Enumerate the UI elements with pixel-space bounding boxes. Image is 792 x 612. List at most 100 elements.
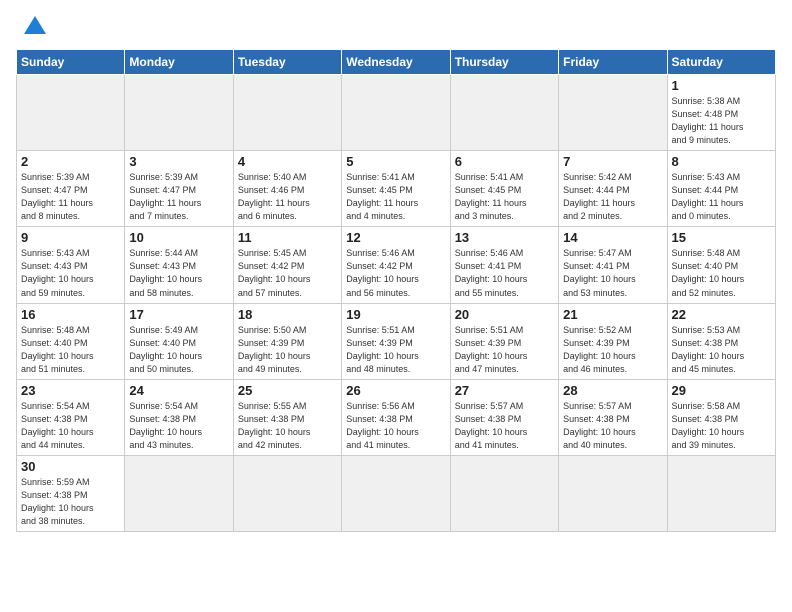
day-info: Sunrise: 5:50 AM Sunset: 4:39 PM Dayligh… [238, 324, 337, 376]
day-info: Sunrise: 5:46 AM Sunset: 4:41 PM Dayligh… [455, 247, 554, 299]
calendar-week-row: 1 Sunrise: 5:38 AM Sunset: 4:48 PM Daylig… [17, 75, 776, 151]
weekday-header: Thursday [450, 50, 558, 75]
day-number: 3 [129, 154, 228, 169]
calendar-week-row: 23Sunrise: 5:54 AM Sunset: 4:38 PM Dayli… [17, 379, 776, 455]
day-info: Sunrise: 5:46 AM Sunset: 4:42 PM Dayligh… [346, 247, 445, 299]
day-info: Sunrise: 5:49 AM Sunset: 4:40 PM Dayligh… [129, 324, 228, 376]
day-info: Sunrise: 5:48 AM Sunset: 4:40 PM Dayligh… [672, 247, 771, 299]
day-info: Sunrise: 5:55 AM Sunset: 4:38 PM Dayligh… [238, 400, 337, 452]
calendar-cell: 11 Sunrise: 5:45 AM Sunset: 4:42 PM Dayli… [233, 227, 341, 303]
calendar-cell: 3 Sunrise: 5:39 AM Sunset: 4:47 PM Daylig… [125, 151, 233, 227]
calendar-week-row: 9 Sunrise: 5:43 AM Sunset: 4:43 PM Daylig… [17, 227, 776, 303]
day-info: Sunrise: 5:45 AM Sunset: 4:42 PM Dayligh… [238, 247, 337, 299]
day-number: 26 [346, 383, 445, 398]
calendar-cell: 25 Sunrise: 5:55 AM Sunset: 4:38 PM Dayli… [233, 379, 341, 455]
calendar-cell: 24 Sunrise: 5:54 AM Sunset: 4:38 PM Dayli… [125, 379, 233, 455]
day-number: 10 [129, 230, 228, 245]
day-info: Sunrise: 5:51 AM Sunset: 4:39 PM Dayligh… [346, 324, 445, 376]
page: SundayMondayTuesdayWednesdayThursdayFrid… [0, 0, 792, 612]
calendar-cell [559, 75, 667, 151]
calendar-cell: 14 Sunrise: 5:47 AM Sunset: 4:41 PM Dayli… [559, 227, 667, 303]
day-info: Sunrise: 5:39 AM Sunset: 4:47 PM Dayligh… [21, 171, 120, 223]
calendar-cell: 16 Sunrise: 5:48 AM Sunset: 4:40 PM Dayli… [17, 303, 125, 379]
day-number: 1 [672, 78, 771, 93]
day-number: 12 [346, 230, 445, 245]
day-number: 7 [563, 154, 662, 169]
day-number: 6 [455, 154, 554, 169]
calendar-table: SundayMondayTuesdayWednesdayThursdayFrid… [16, 49, 776, 532]
day-number: 8 [672, 154, 771, 169]
calendar-week-row: 2Sunrise: 5:39 AM Sunset: 4:47 PM Daylig… [17, 151, 776, 227]
calendar-cell: 22 Sunrise: 5:53 AM Sunset: 4:38 PM Dayli… [667, 303, 775, 379]
day-number: 27 [455, 383, 554, 398]
day-info: Sunrise: 5:57 AM Sunset: 4:38 PM Dayligh… [455, 400, 554, 452]
day-number: 16 [21, 307, 120, 322]
day-info: Sunrise: 5:39 AM Sunset: 4:47 PM Dayligh… [129, 171, 228, 223]
day-info: Sunrise: 5:44 AM Sunset: 4:43 PM Dayligh… [129, 247, 228, 299]
day-info: Sunrise: 5:48 AM Sunset: 4:40 PM Dayligh… [21, 324, 120, 376]
header [16, 12, 776, 41]
calendar-cell: 23Sunrise: 5:54 AM Sunset: 4:38 PM Dayli… [17, 379, 125, 455]
day-info: Sunrise: 5:57 AM Sunset: 4:38 PM Dayligh… [563, 400, 662, 452]
calendar-cell: 15Sunrise: 5:48 AM Sunset: 4:40 PM Dayli… [667, 227, 775, 303]
day-number: 30 [21, 459, 120, 474]
day-info: Sunrise: 5:43 AM Sunset: 4:43 PM Dayligh… [21, 247, 120, 299]
day-number: 13 [455, 230, 554, 245]
calendar-cell [125, 75, 233, 151]
calendar-cell: 20 Sunrise: 5:51 AM Sunset: 4:39 PM Dayli… [450, 303, 558, 379]
calendar-cell [17, 75, 125, 151]
day-number: 18 [238, 307, 337, 322]
day-info: Sunrise: 5:53 AM Sunset: 4:38 PM Dayligh… [672, 324, 771, 376]
weekday-header: Friday [559, 50, 667, 75]
day-number: 25 [238, 383, 337, 398]
logo-icon [24, 14, 46, 36]
calendar-cell [233, 75, 341, 151]
day-info: Sunrise: 5:41 AM Sunset: 4:45 PM Dayligh… [346, 171, 445, 223]
calendar-cell: 17 Sunrise: 5:49 AM Sunset: 4:40 PM Dayli… [125, 303, 233, 379]
calendar-cell: 13 Sunrise: 5:46 AM Sunset: 4:41 PM Dayli… [450, 227, 558, 303]
calendar-cell: 27 Sunrise: 5:57 AM Sunset: 4:38 PM Dayli… [450, 379, 558, 455]
day-info: Sunrise: 5:59 AM Sunset: 4:38 PM Dayligh… [21, 476, 120, 528]
calendar-cell [342, 455, 450, 531]
day-info: Sunrise: 5:56 AM Sunset: 4:38 PM Dayligh… [346, 400, 445, 452]
day-info: Sunrise: 5:43 AM Sunset: 4:44 PM Dayligh… [672, 171, 771, 223]
calendar-cell: 5 Sunrise: 5:41 AM Sunset: 4:45 PM Daylig… [342, 151, 450, 227]
calendar-week-row: 16 Sunrise: 5:48 AM Sunset: 4:40 PM Dayli… [17, 303, 776, 379]
day-info: Sunrise: 5:58 AM Sunset: 4:38 PM Dayligh… [672, 400, 771, 452]
day-number: 19 [346, 307, 445, 322]
day-number: 11 [238, 230, 337, 245]
calendar-cell: 4Sunrise: 5:40 AM Sunset: 4:46 PM Daylig… [233, 151, 341, 227]
day-number: 21 [563, 307, 662, 322]
calendar-cell [125, 455, 233, 531]
day-info: Sunrise: 5:54 AM Sunset: 4:38 PM Dayligh… [21, 400, 120, 452]
day-number: 4 [238, 154, 337, 169]
calendar-cell: 28 Sunrise: 5:57 AM Sunset: 4:38 PM Dayli… [559, 379, 667, 455]
calendar-cell [342, 75, 450, 151]
day-info: Sunrise: 5:38 AM Sunset: 4:48 PM Dayligh… [672, 95, 771, 147]
day-number: 20 [455, 307, 554, 322]
calendar-week-row: 30 Sunrise: 5:59 AM Sunset: 4:38 PM Dayli… [17, 455, 776, 531]
day-info: Sunrise: 5:42 AM Sunset: 4:44 PM Dayligh… [563, 171, 662, 223]
day-number: 5 [346, 154, 445, 169]
calendar-cell: 18 Sunrise: 5:50 AM Sunset: 4:39 PM Dayli… [233, 303, 341, 379]
day-number: 14 [563, 230, 662, 245]
day-info: Sunrise: 5:54 AM Sunset: 4:38 PM Dayligh… [129, 400, 228, 452]
day-info: Sunrise: 5:51 AM Sunset: 4:39 PM Dayligh… [455, 324, 554, 376]
logo [16, 12, 46, 41]
calendar-cell [559, 455, 667, 531]
weekday-header: Wednesday [342, 50, 450, 75]
calendar-cell: 2Sunrise: 5:39 AM Sunset: 4:47 PM Daylig… [17, 151, 125, 227]
calendar-cell [667, 455, 775, 531]
calendar-cell: 26 Sunrise: 5:56 AM Sunset: 4:38 PM Dayli… [342, 379, 450, 455]
calendar-cell: 30 Sunrise: 5:59 AM Sunset: 4:38 PM Dayli… [17, 455, 125, 531]
day-number: 22 [672, 307, 771, 322]
day-number: 28 [563, 383, 662, 398]
calendar-header-row: SundayMondayTuesdayWednesdayThursdayFrid… [17, 50, 776, 75]
weekday-header: Saturday [667, 50, 775, 75]
calendar-cell: 10 Sunrise: 5:44 AM Sunset: 4:43 PM Dayli… [125, 227, 233, 303]
day-number: 17 [129, 307, 228, 322]
weekday-header: Tuesday [233, 50, 341, 75]
day-info: Sunrise: 5:47 AM Sunset: 4:41 PM Dayligh… [563, 247, 662, 299]
day-number: 24 [129, 383, 228, 398]
day-number: 9 [21, 230, 120, 245]
